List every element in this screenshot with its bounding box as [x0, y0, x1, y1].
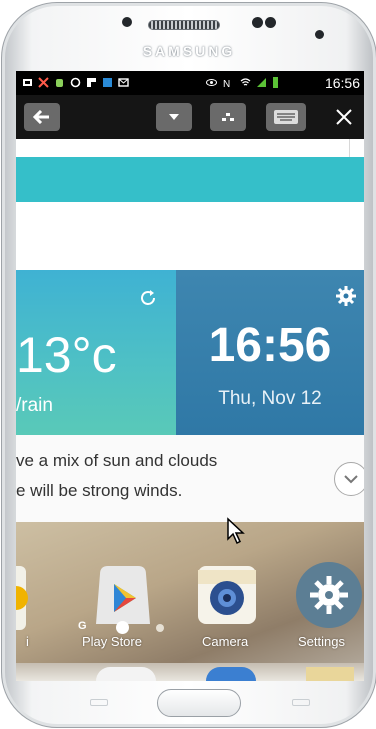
accent-strip — [16, 157, 364, 202]
back-key[interactable] — [292, 699, 310, 706]
expand-button[interactable] — [334, 462, 364, 496]
nfc-icon: N — [223, 79, 230, 88]
page-indicator: G — [78, 620, 198, 636]
keyboard-button[interactable] — [266, 103, 306, 131]
play-store-icon — [96, 566, 150, 624]
wifi-icon — [240, 78, 251, 86]
dock-row — [16, 663, 364, 681]
weather-condition: /rain — [16, 395, 53, 416]
close-icon — [336, 109, 352, 125]
sync-icon — [70, 77, 81, 88]
refresh-icon[interactable] — [138, 288, 158, 308]
close-button[interactable] — [330, 103, 358, 131]
phone-frame: SAMSUNG N 16:56 13°c /rain 16:56 Thu, No… — [1, 2, 376, 728]
dock-app[interactable] — [96, 667, 156, 681]
sensor-icon — [265, 17, 276, 28]
menu-button[interactable] — [210, 103, 246, 131]
settings-icon — [296, 562, 362, 628]
chevron-down-icon — [344, 475, 358, 484]
outlook-icon — [103, 78, 112, 87]
page-dot[interactable] — [156, 624, 164, 632]
keyboard-icon — [274, 110, 298, 124]
screen: N 16:56 13°c /rain 16:56 Thu, Nov 12 ve … — [16, 71, 364, 681]
page-letter: G — [78, 620, 87, 632]
proximity-sensor-icon — [315, 30, 324, 39]
app-partial-icon — [16, 566, 28, 630]
clock-time: 16:56 — [208, 319, 332, 372]
status-time: 16:56 — [324, 75, 360, 91]
sensor-icon — [252, 17, 263, 28]
back-button[interactable] — [24, 103, 60, 131]
cursor-icon — [227, 517, 245, 545]
temperature: 13°c — [16, 327, 117, 383]
chevron-down-icon — [169, 114, 179, 120]
earpiece-speaker — [148, 20, 220, 30]
menu-key[interactable] — [90, 699, 108, 706]
forecast-line-2: e will be strong winds. — [16, 481, 183, 500]
app-label: Play Store — [82, 634, 142, 649]
status-bar: N 16:56 — [16, 71, 364, 95]
mail-icon — [118, 78, 129, 87]
dock-app[interactable] — [206, 667, 256, 681]
forecast-panel: ve a mix of sun and clouds e will be str… — [16, 435, 364, 522]
clock-date: Thu, Nov 12 — [218, 388, 322, 409]
app-label: i — [26, 634, 29, 649]
signal-icon — [257, 78, 266, 87]
home-screen: i Play Store Camera Settings — [16, 522, 364, 681]
missed-call-icon — [38, 77, 49, 88]
battery-icon — [273, 77, 278, 88]
flag-icon — [87, 78, 96, 87]
home-key[interactable] — [157, 689, 241, 717]
weather-card[interactable]: 13°c /rain — [16, 270, 176, 435]
dots-icon — [222, 113, 234, 121]
forecast-line-1: ve a mix of sun and clouds — [16, 451, 218, 470]
android-icon — [56, 79, 63, 87]
gear-icon[interactable] — [336, 286, 356, 306]
remote-toolbar — [16, 95, 364, 139]
app-label: Camera — [202, 634, 249, 649]
app-label: Settings — [298, 634, 345, 649]
back-arrow-icon — [33, 110, 49, 124]
dock-app[interactable] — [306, 667, 354, 681]
svg-text:N: N — [223, 79, 230, 88]
camera-icon — [198, 566, 256, 624]
page-dot-active[interactable] — [116, 621, 129, 634]
dropdown-button[interactable] — [156, 103, 192, 131]
notification-icon — [23, 79, 32, 86]
front-camera-icon — [122, 17, 132, 27]
brand-logo: SAMSUNG — [142, 43, 236, 59]
eye-icon — [206, 79, 217, 86]
clock-card[interactable]: 16:56 Thu, Nov 12 — [176, 270, 364, 435]
